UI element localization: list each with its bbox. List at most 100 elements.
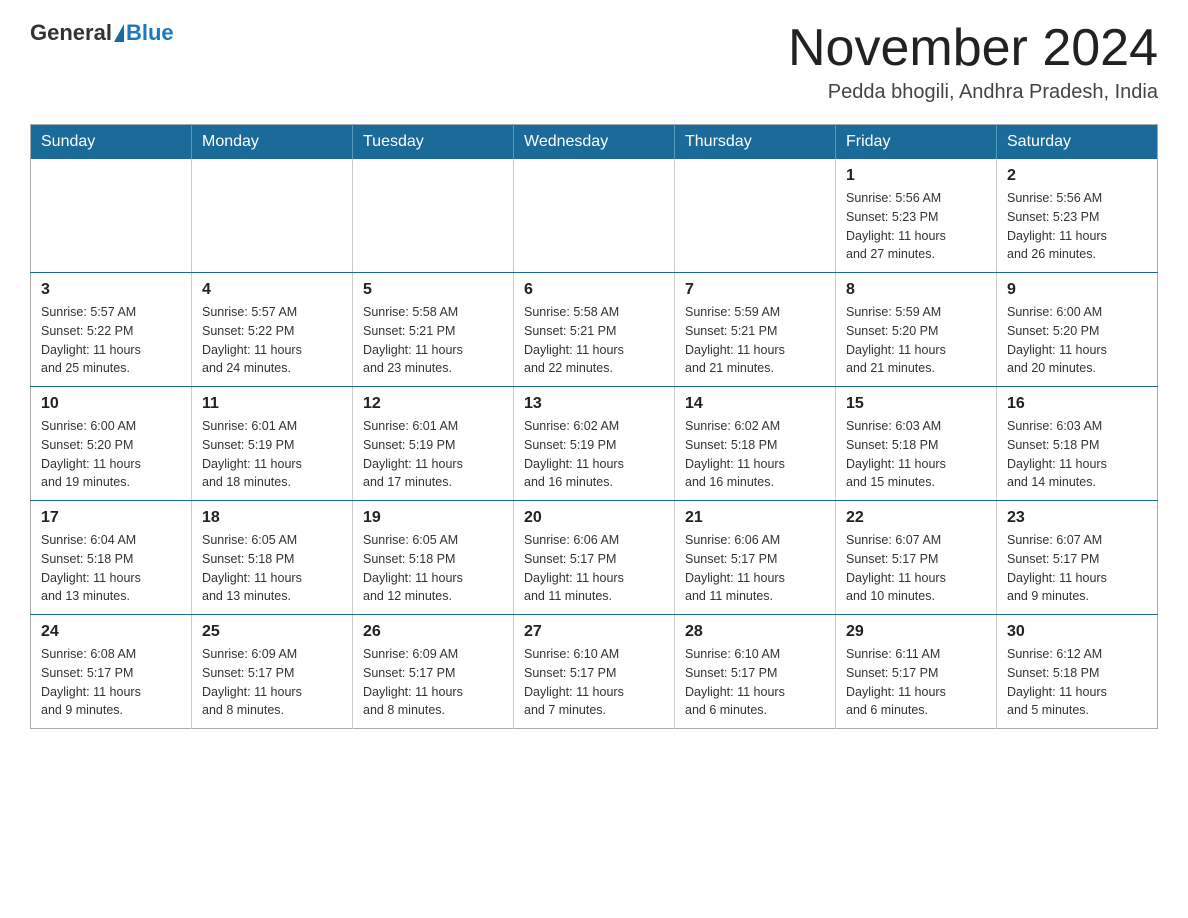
day-info: Sunrise: 5:58 AM Sunset: 5:21 PM Dayligh… xyxy=(524,303,664,378)
calendar-cell: 1Sunrise: 5:56 AM Sunset: 5:23 PM Daylig… xyxy=(836,159,997,273)
logo-triangle-icon xyxy=(114,24,124,42)
day-info: Sunrise: 6:09 AM Sunset: 5:17 PM Dayligh… xyxy=(363,645,503,720)
day-number: 29 xyxy=(846,623,986,641)
day-info: Sunrise: 5:59 AM Sunset: 5:20 PM Dayligh… xyxy=(846,303,986,378)
calendar-cell xyxy=(514,159,675,273)
month-title: November 2024 xyxy=(788,20,1158,77)
day-number: 12 xyxy=(363,395,503,413)
day-number: 20 xyxy=(524,509,664,527)
calendar-cell: 7 Sunrise: 5:59 AM Sunset: 5:21 PM Daylig… xyxy=(675,273,836,387)
day-info: Sunrise: 6:01 AM Sunset: 5:19 PM Dayligh… xyxy=(202,417,342,492)
day-info: Sunrise: 5:57 AM Sunset: 5:22 PM Dayligh… xyxy=(202,303,342,378)
day-number: 10 xyxy=(41,395,181,413)
calendar-cell: 2 Sunrise: 5:56 AM Sunset: 5:23 PM Daylig… xyxy=(997,159,1158,273)
day-number: 21 xyxy=(685,509,825,527)
day-number: 30 xyxy=(1007,623,1147,641)
calendar-cell xyxy=(192,159,353,273)
weekday-header-monday: Monday xyxy=(192,125,353,160)
day-number: 14 xyxy=(685,395,825,413)
calendar-cell: 11Sunrise: 6:01 AM Sunset: 5:19 PM Dayli… xyxy=(192,387,353,501)
weekday-header-wednesday: Wednesday xyxy=(514,125,675,160)
calendar-cell: 27 Sunrise: 6:10 AM Sunset: 5:17 PM Dayli… xyxy=(514,615,675,729)
day-number: 5 xyxy=(363,281,503,299)
day-number: 17 xyxy=(41,509,181,527)
calendar-cell: 6 Sunrise: 5:58 AM Sunset: 5:21 PM Daylig… xyxy=(514,273,675,387)
day-info: Sunrise: 6:11 AM Sunset: 5:17 PM Dayligh… xyxy=(846,645,986,720)
day-info: Sunrise: 6:00 AM Sunset: 5:20 PM Dayligh… xyxy=(1007,303,1147,378)
weekday-header-thursday: Thursday xyxy=(675,125,836,160)
logo-blue-text: Blue xyxy=(126,20,174,46)
day-info: Sunrise: 6:06 AM Sunset: 5:17 PM Dayligh… xyxy=(524,531,664,606)
calendar-header-row: SundayMondayTuesdayWednesdayThursdayFrid… xyxy=(31,125,1158,160)
day-info: Sunrise: 6:05 AM Sunset: 5:18 PM Dayligh… xyxy=(363,531,503,606)
calendar-cell: 10 Sunrise: 6:00 AM Sunset: 5:20 PM Dayli… xyxy=(31,387,192,501)
day-number: 7 xyxy=(685,281,825,299)
day-info: Sunrise: 6:02 AM Sunset: 5:18 PM Dayligh… xyxy=(685,417,825,492)
day-number: 22 xyxy=(846,509,986,527)
calendar-cell: 5 Sunrise: 5:58 AM Sunset: 5:21 PM Daylig… xyxy=(353,273,514,387)
day-info: Sunrise: 6:08 AM Sunset: 5:17 PM Dayligh… xyxy=(41,645,181,720)
calendar-cell: 30 Sunrise: 6:12 AM Sunset: 5:18 PM Dayli… xyxy=(997,615,1158,729)
calendar-cell: 12 Sunrise: 6:01 AM Sunset: 5:19 PM Dayli… xyxy=(353,387,514,501)
location-title: Pedda bhogili, Andhra Pradesh, India xyxy=(788,81,1158,104)
day-info: Sunrise: 6:00 AM Sunset: 5:20 PM Dayligh… xyxy=(41,417,181,492)
day-info: Sunrise: 6:01 AM Sunset: 5:19 PM Dayligh… xyxy=(363,417,503,492)
day-number: 23 xyxy=(1007,509,1147,527)
calendar-cell: 3Sunrise: 5:57 AM Sunset: 5:22 PM Daylig… xyxy=(31,273,192,387)
day-info: Sunrise: 6:06 AM Sunset: 5:17 PM Dayligh… xyxy=(685,531,825,606)
calendar-cell: 18Sunrise: 6:05 AM Sunset: 5:18 PM Dayli… xyxy=(192,501,353,615)
day-number: 1 xyxy=(846,167,986,185)
day-number: 4 xyxy=(202,281,342,299)
title-section: November 2024 Pedda bhogili, Andhra Prad… xyxy=(788,20,1158,104)
calendar-week-row: 1 Sunrise: 5:56 AM Sunset: 5:23 PM Daylig… xyxy=(31,159,1158,273)
weekday-header-saturday: Saturday xyxy=(997,125,1158,160)
day-info: Sunrise: 6:09 AM Sunset: 5:17 PM Dayligh… xyxy=(202,645,342,720)
calendar-cell xyxy=(675,159,836,273)
day-info: Sunrise: 6:07 AM Sunset: 5:17 PM Dayligh… xyxy=(1007,531,1147,606)
calendar-week-row: 17 Sunrise: 6:04 AM Sunset: 5:18 PM Dayli… xyxy=(31,501,1158,615)
day-info: Sunrise: 6:10 AM Sunset: 5:17 PM Dayligh… xyxy=(685,645,825,720)
calendar-cell: 28 Sunrise: 6:10 AM Sunset: 5:17 PM Dayli… xyxy=(675,615,836,729)
weekday-header-friday: Friday xyxy=(836,125,997,160)
day-info: Sunrise: 6:07 AM Sunset: 5:17 PM Dayligh… xyxy=(846,531,986,606)
calendar-week-row: 24 Sunrise: 6:08 AM Sunset: 5:17 PM Dayli… xyxy=(31,615,1158,729)
calendar-cell: 23 Sunrise: 6:07 AM Sunset: 5:17 PM Dayli… xyxy=(997,501,1158,615)
day-number: 16 xyxy=(1007,395,1147,413)
day-number: 8 xyxy=(846,281,986,299)
day-info: Sunrise: 6:05 AM Sunset: 5:18 PM Dayligh… xyxy=(202,531,342,606)
calendar-cell xyxy=(31,159,192,273)
day-number: 6 xyxy=(524,281,664,299)
day-info: Sunrise: 6:03 AM Sunset: 5:18 PM Dayligh… xyxy=(1007,417,1147,492)
day-info: Sunrise: 5:57 AM Sunset: 5:22 PM Dayligh… xyxy=(41,303,181,378)
calendar-cell: 26Sunrise: 6:09 AM Sunset: 5:17 PM Dayli… xyxy=(353,615,514,729)
calendar-cell: 9 Sunrise: 6:00 AM Sunset: 5:20 PM Daylig… xyxy=(997,273,1158,387)
day-info: Sunrise: 5:58 AM Sunset: 5:21 PM Dayligh… xyxy=(363,303,503,378)
calendar-cell: 21 Sunrise: 6:06 AM Sunset: 5:17 PM Dayli… xyxy=(675,501,836,615)
day-info: Sunrise: 6:10 AM Sunset: 5:17 PM Dayligh… xyxy=(524,645,664,720)
calendar-cell: 24 Sunrise: 6:08 AM Sunset: 5:17 PM Dayli… xyxy=(31,615,192,729)
logo: General Blue xyxy=(30,20,174,46)
page-header: General Blue November 2024 Pedda bhogili… xyxy=(30,20,1158,104)
day-number: 9 xyxy=(1007,281,1147,299)
calendar-week-row: 3Sunrise: 5:57 AM Sunset: 5:22 PM Daylig… xyxy=(31,273,1158,387)
calendar-cell: 20 Sunrise: 6:06 AM Sunset: 5:17 PM Dayli… xyxy=(514,501,675,615)
day-info: Sunrise: 6:03 AM Sunset: 5:18 PM Dayligh… xyxy=(846,417,986,492)
calendar-cell: 19Sunrise: 6:05 AM Sunset: 5:18 PM Dayli… xyxy=(353,501,514,615)
day-info: Sunrise: 5:59 AM Sunset: 5:21 PM Dayligh… xyxy=(685,303,825,378)
day-info: Sunrise: 5:56 AM Sunset: 5:23 PM Dayligh… xyxy=(1007,189,1147,264)
day-number: 24 xyxy=(41,623,181,641)
calendar-cell: 13Sunrise: 6:02 AM Sunset: 5:19 PM Dayli… xyxy=(514,387,675,501)
calendar-cell: 25Sunrise: 6:09 AM Sunset: 5:17 PM Dayli… xyxy=(192,615,353,729)
weekday-header-sunday: Sunday xyxy=(31,125,192,160)
day-info: Sunrise: 6:02 AM Sunset: 5:19 PM Dayligh… xyxy=(524,417,664,492)
calendar-cell: 8 Sunrise: 5:59 AM Sunset: 5:20 PM Daylig… xyxy=(836,273,997,387)
day-number: 27 xyxy=(524,623,664,641)
calendar-cell: 22 Sunrise: 6:07 AM Sunset: 5:17 PM Dayli… xyxy=(836,501,997,615)
logo-general-text: General xyxy=(30,20,112,46)
day-number: 2 xyxy=(1007,167,1147,185)
calendar-week-row: 10 Sunrise: 6:00 AM Sunset: 5:20 PM Dayli… xyxy=(31,387,1158,501)
calendar-cell: 17 Sunrise: 6:04 AM Sunset: 5:18 PM Dayli… xyxy=(31,501,192,615)
day-number: 28 xyxy=(685,623,825,641)
day-info: Sunrise: 6:12 AM Sunset: 5:18 PM Dayligh… xyxy=(1007,645,1147,720)
day-info: Sunrise: 6:04 AM Sunset: 5:18 PM Dayligh… xyxy=(41,531,181,606)
